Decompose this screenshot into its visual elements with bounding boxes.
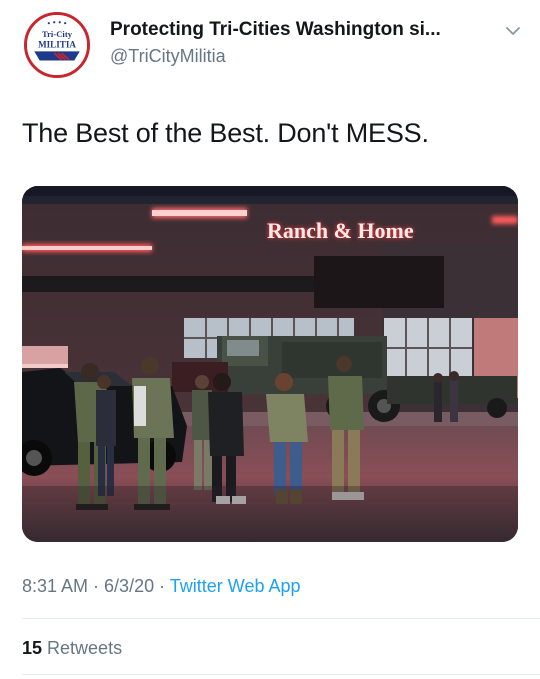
tweet-meta: 8:31 AM · 6/3/20 · Twitter Web App [22,576,301,597]
display-name[interactable]: Protecting Tri-Cities Washington si... [110,18,500,42]
account-names: Protecting Tri-Cities Washington si... @… [110,18,500,68]
meta-separator-2: · [154,576,170,596]
avatar-text-top: Tri-City [42,29,73,39]
tweet-stats[interactable]: 15 Retweets [22,638,122,659]
tweet-text: The Best of the Best. Don't MESS. [22,118,429,148]
retweet-label: Retweets [42,638,123,658]
tweet-date[interactable]: 6/3/20 [104,576,154,596]
avatar-text-bottom: MILITIA [38,40,76,50]
chevron-down-icon[interactable] [504,22,522,40]
tweet-source-app[interactable]: Twitter Web App [170,576,301,596]
divider-top [22,618,540,619]
storefront-photo: Ranch & Home Ranch & Home [22,186,518,542]
tweet-header: Tri-City MILITIA Protecting Tri-Cities W… [22,10,522,80]
tweet-time[interactable]: 8:31 AM [22,576,88,596]
tweet: Tri-City MILITIA Protecting Tri-Cities W… [0,0,540,679]
handle[interactable]: @TriCityMilitia [110,44,500,68]
tweet-photo[interactable]: Ranch & Home Ranch & Home [22,186,518,542]
retweet-count: 15 [22,638,43,658]
store-sign-text: Ranch & Home [267,218,414,243]
divider-bottom [22,674,540,675]
avatar[interactable]: Tri-City MILITIA [24,12,90,78]
meta-separator-1: · [88,576,105,596]
militia-logo-icon: Tri-City MILITIA [27,15,87,75]
